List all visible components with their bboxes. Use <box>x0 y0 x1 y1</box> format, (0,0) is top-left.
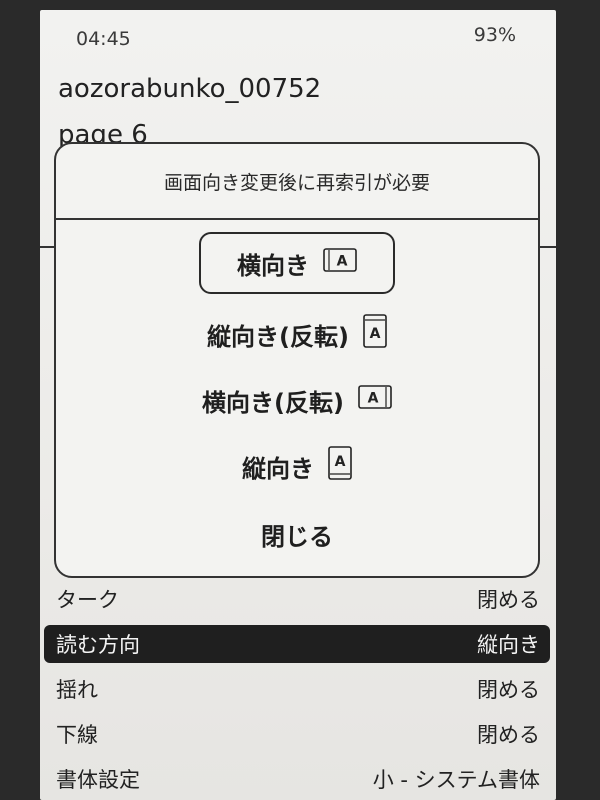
dialog-title: 画面向き変更後に再索引が必要 <box>56 144 538 220</box>
portrait-icon: A <box>328 446 352 486</box>
portrait-inverted-icon: A <box>363 314 387 354</box>
menu-item-label: 揺れ <box>56 677 98 702</box>
close-button[interactable]: 閉じる <box>56 508 538 560</box>
menu-item-underline[interactable]: 下線 閉める <box>44 711 550 756</box>
document-title: aozorabunko_00752 <box>58 74 322 104</box>
menu-item-dark[interactable]: ターク 閉める <box>44 576 550 621</box>
menu-item-value: 閉める <box>477 722 540 747</box>
menu-item-label: 書体設定 <box>56 767 140 792</box>
option-landscape[interactable]: 横向き A <box>56 230 538 296</box>
option-portrait-inverted[interactable]: 縦向き(反転) A <box>56 308 538 360</box>
menu-item-reading-direction[interactable]: 読む方向 縦向き <box>44 625 550 663</box>
option-label: 縦向き(反転) <box>207 322 349 351</box>
svg-text:A: A <box>337 254 348 270</box>
orientation-dialog: 画面向き変更後に再索引が必要 横向き A 縦向き(反転) A 横向き(反転) A… <box>54 142 540 578</box>
svg-text:A: A <box>368 391 379 407</box>
selected-option-frame: 横向き A <box>199 232 395 294</box>
svg-text:A: A <box>370 326 381 342</box>
menu-item-value: 小 - システム書体 <box>372 767 540 792</box>
ereader-screen: 04:45 93% aozorabunko_00752 page 6 ターク 閉… <box>40 10 556 800</box>
option-portrait[interactable]: 縦向き A <box>56 440 538 492</box>
option-label: 横向き(反転) <box>202 388 344 417</box>
menu-item-value: 閉める <box>477 677 540 702</box>
menu-item-label: 読む方向 <box>56 633 140 657</box>
menu-item-value: 縦向き <box>477 633 540 657</box>
landscape-icon: A <box>323 248 357 278</box>
landscape-inverted-icon: A <box>358 385 392 415</box>
menu-item-value: 閉める <box>477 587 540 612</box>
option-landscape-inverted[interactable]: 横向き(反転) A <box>56 374 538 426</box>
menu-item-label: ターク <box>56 587 119 612</box>
option-label: 横向き <box>237 251 309 280</box>
menu-item-font-settings[interactable]: 書体設定 小 - システム書体 <box>44 756 550 800</box>
svg-text:A: A <box>335 454 346 470</box>
settings-menu: ターク 閉める 読む方向 縦向き 揺れ 閉める 下線 閉める 書体設定 小 - … <box>44 576 550 800</box>
menu-item-shake[interactable]: 揺れ 閉める <box>44 666 550 711</box>
battery-level: 93% <box>473 24 516 46</box>
option-label: 縦向き <box>242 454 314 483</box>
status-time: 04:45 <box>76 28 131 50</box>
menu-item-label: 下線 <box>56 722 98 747</box>
